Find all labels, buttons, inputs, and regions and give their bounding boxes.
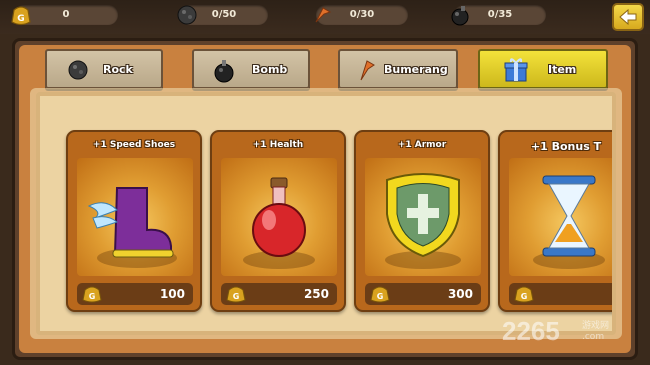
svg-text:G: G — [89, 292, 96, 301]
red-potion-icon — [243, 177, 315, 269]
price-tag: G 300 — [365, 283, 481, 305]
hourglass-icon — [533, 175, 605, 269]
shield-icon — [385, 173, 461, 269]
boomerang-value: 0/30 — [349, 9, 375, 20]
price-tag: G 100 — [77, 283, 193, 305]
svg-text:G: G — [377, 292, 384, 301]
back-button[interactable] — [612, 3, 644, 31]
gold-coin-icon: G — [82, 286, 102, 303]
rock-counter: 0/50 — [177, 5, 268, 25]
watermark-sub: 游戏网 — [582, 321, 610, 331]
bomb-value: 0/35 — [487, 9, 513, 20]
rock-value: 0/50 — [211, 9, 237, 20]
tab-item-label: Item — [548, 63, 577, 76]
gold-coin-icon: G — [226, 286, 246, 303]
item-card-health[interactable]: +1 Health G 250 — [210, 130, 346, 312]
item-card-bonus-time[interactable]: +1 Bonus T G — [498, 130, 612, 312]
tab-rock[interactable]: Rock — [45, 49, 163, 89]
gold-coin-icon: G — [370, 286, 390, 303]
back-arrow-icon — [619, 8, 637, 26]
price-tag: G 250 — [221, 283, 337, 305]
watermark: 2265 — [502, 316, 560, 346]
boomerang-icon — [360, 60, 375, 81]
boomerang-counter: 0/30 — [315, 5, 408, 25]
gold-counter: G 0 — [11, 5, 118, 26]
item-card-armor[interactable]: +1 Armor G 300 — [354, 130, 490, 312]
gold-coin-icon: G — [514, 286, 534, 303]
tab-item[interactable]: Item — [478, 49, 608, 89]
rock-icon — [68, 60, 88, 80]
item-price: 250 — [303, 287, 329, 301]
svg-text:G: G — [233, 292, 240, 301]
item-price: 100 — [159, 287, 185, 301]
winged-boot-icon — [87, 187, 177, 268]
gift-box-icon — [504, 58, 528, 82]
tab-bomb[interactable]: Bomb — [192, 49, 310, 89]
item-title: +1 Armor — [397, 140, 447, 150]
tab-bumerang-label: Bumerang — [384, 63, 448, 76]
item-card-speed-shoes[interactable]: +1 Speed Shoes G 100 — [66, 130, 202, 312]
item-title: +1 Bonus T — [530, 140, 602, 153]
bomb-counter: 0/35 — [451, 5, 546, 26]
svg-text:G: G — [521, 292, 528, 301]
item-title: +1 Health — [252, 140, 304, 150]
tab-rock-label: Rock — [103, 63, 133, 76]
item-title: +1 Speed Shoes — [92, 140, 176, 150]
gold-value: 0 — [62, 9, 70, 20]
price-tag: G — [509, 283, 612, 305]
items-scroll-area[interactable]: +1 Speed Shoes G 100 +1 Health G 250 +1 … — [36, 92, 616, 335]
bomb-icon — [214, 60, 234, 83]
top-status-bar: G 0 0/50 0/30 0/35 — [0, 0, 650, 34]
watermark-domain: .com — [582, 332, 605, 342]
tab-bomb-label: Bomb — [252, 63, 288, 76]
tab-bumerang[interactable]: Bumerang — [338, 49, 458, 89]
item-price: 300 — [447, 287, 473, 301]
